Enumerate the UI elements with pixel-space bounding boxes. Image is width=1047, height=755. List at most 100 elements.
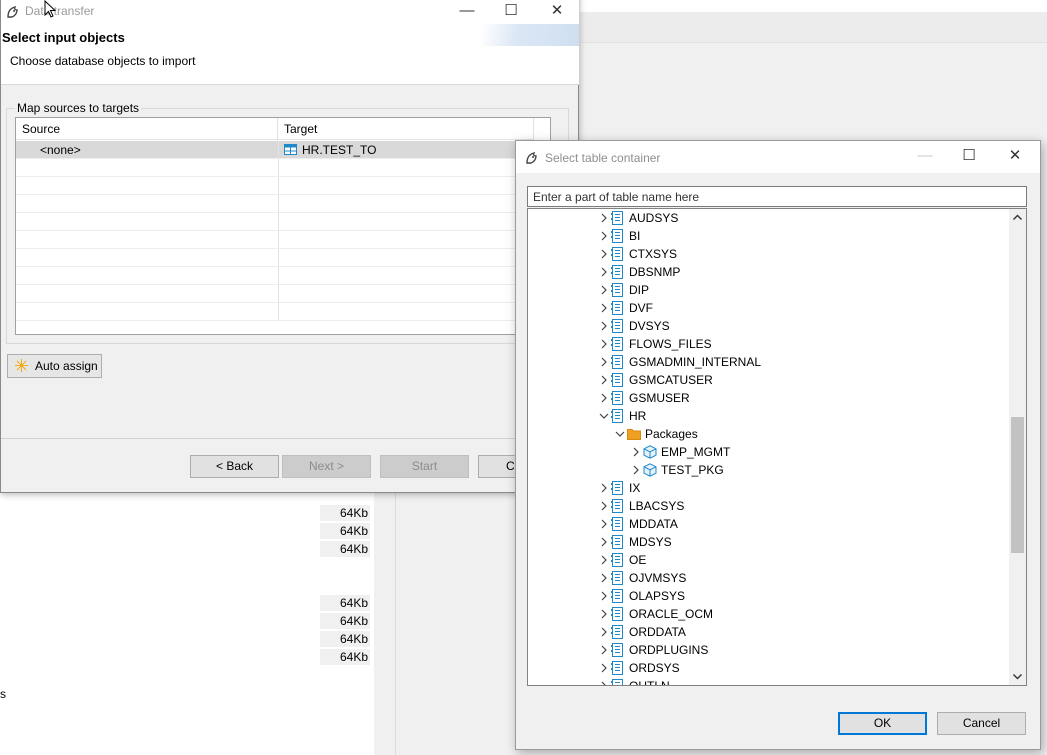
chevron-right-icon[interactable] bbox=[598, 263, 610, 281]
tree-item[interactable]: DVSYS bbox=[598, 317, 898, 335]
schema-tree[interactable]: OUTLN ORDSYS ORDPLUGINS ORDDATA ORACLE_OCM OL… bbox=[527, 208, 1027, 686]
tree-item[interactable]: IX bbox=[598, 479, 898, 497]
table-row[interactable] bbox=[16, 267, 550, 285]
tree-item[interactable]: ORACLE_OCM bbox=[598, 605, 898, 623]
start-button[interactable]: Start bbox=[380, 455, 469, 478]
tree-item[interactable]: HR bbox=[598, 407, 898, 425]
scroll-down-icon[interactable] bbox=[1009, 668, 1026, 685]
chevron-down-icon[interactable] bbox=[598, 407, 610, 425]
schema-icon bbox=[611, 355, 624, 369]
dialog-cancel-button[interactable]: Cancel bbox=[937, 712, 1026, 735]
tree-item[interactable]: DBSNMP bbox=[598, 263, 898, 281]
file-size: 64Kb bbox=[320, 649, 370, 665]
table-row[interactable] bbox=[16, 231, 550, 249]
tree-item[interactable]: GSMCATUSER bbox=[598, 371, 898, 389]
close-button[interactable]: ✕ bbox=[534, 0, 580, 24]
tree-item[interactable]: OLAPSYS bbox=[598, 587, 898, 605]
chevron-right-icon[interactable] bbox=[598, 371, 610, 389]
tree-item[interactable]: Packages bbox=[614, 425, 914, 443]
scroll-up-icon[interactable] bbox=[1009, 209, 1026, 226]
chevron-right-icon[interactable] bbox=[598, 227, 610, 245]
filter-field[interactable] bbox=[527, 186, 1027, 207]
table-row[interactable]: <none> HR.TEST_TO bbox=[16, 141, 550, 159]
tree-item[interactable]: AUDSYS bbox=[598, 209, 898, 227]
chevron-down-icon[interactable] bbox=[614, 425, 626, 443]
chevron-right-icon[interactable] bbox=[598, 515, 610, 533]
schema-icon bbox=[611, 211, 624, 225]
table-row[interactable] bbox=[16, 285, 550, 303]
chevron-right-icon[interactable] bbox=[598, 623, 610, 641]
maximize-button[interactable]: ☐ bbox=[946, 145, 992, 169]
dialog-title: Select table container bbox=[545, 151, 661, 165]
maximize-button[interactable]: ☐ bbox=[488, 0, 534, 24]
table-row[interactable] bbox=[16, 249, 550, 267]
chevron-right-icon[interactable] bbox=[598, 533, 610, 551]
tree-item[interactable]: TEST_PKG bbox=[630, 461, 930, 479]
table-row[interactable] bbox=[16, 195, 550, 213]
chevron-right-icon[interactable] bbox=[598, 353, 610, 371]
chevron-right-icon[interactable] bbox=[598, 569, 610, 587]
chevron-right-icon[interactable] bbox=[598, 317, 610, 335]
tree-item[interactable]: DVF bbox=[598, 299, 898, 317]
tree-item[interactable]: GSMUSER bbox=[598, 389, 898, 407]
tree-item[interactable]: ORDSYS bbox=[598, 659, 898, 677]
table-name-filter-input[interactable] bbox=[528, 187, 1018, 206]
chevron-right-icon[interactable] bbox=[630, 461, 642, 479]
tree-item[interactable]: LBACSYS bbox=[598, 497, 898, 515]
auto-assign-button[interactable]: ✳ Auto assign bbox=[7, 354, 102, 378]
chevron-right-icon[interactable] bbox=[598, 389, 610, 407]
minimize-button[interactable]: — bbox=[444, 0, 490, 24]
tree-item[interactable]: BI bbox=[598, 227, 898, 245]
chevron-right-icon[interactable] bbox=[598, 281, 610, 299]
dialog-titlebar[interactable]: Select table container — ☐ ✕ bbox=[516, 141, 1040, 173]
chevron-right-icon[interactable] bbox=[598, 335, 610, 353]
chevron-right-icon[interactable] bbox=[598, 677, 610, 685]
chevron-right-icon[interactable] bbox=[598, 245, 610, 263]
tree-item[interactable]: OJVMSYS bbox=[598, 569, 898, 587]
background-file-list: 64Kb 64Kb 64Kb 64Kb 64Kb 64Kb 64Kb bbox=[0, 492, 374, 755]
tree-item[interactable]: OE bbox=[598, 551, 898, 569]
wizard-header: Select input objects Choose database obj… bbox=[1, 24, 579, 85]
scroll-thumb[interactable] bbox=[1011, 417, 1024, 553]
wizard-titlebar[interactable]: Data transfer — ☐ ✕ bbox=[1, 0, 579, 24]
minimize-button[interactable]: — bbox=[902, 145, 948, 169]
table-row[interactable] bbox=[16, 159, 550, 177]
tree-item-label: DBSNMP bbox=[629, 265, 681, 279]
tree-item[interactable]: CTXSYS bbox=[598, 245, 898, 263]
column-header-target[interactable]: Target bbox=[278, 118, 534, 140]
chevron-right-icon[interactable] bbox=[598, 551, 610, 569]
back-button[interactable]: < Back bbox=[190, 455, 279, 478]
source-cell bbox=[16, 249, 279, 266]
ok-button[interactable]: OK bbox=[838, 712, 927, 735]
next-button[interactable]: Next > bbox=[282, 455, 371, 478]
tree-item[interactable]: OUTLN bbox=[598, 677, 898, 685]
tree-item[interactable]: GSMADMIN_INTERNAL bbox=[598, 353, 898, 371]
tree-item[interactable]: ORDDATA bbox=[598, 623, 898, 641]
source-cell bbox=[16, 303, 279, 320]
chevron-right-icon[interactable] bbox=[598, 605, 610, 623]
chevron-right-icon[interactable] bbox=[598, 659, 610, 677]
chevron-right-icon[interactable] bbox=[630, 443, 642, 461]
chevron-right-icon[interactable] bbox=[598, 209, 610, 227]
table-row[interactable] bbox=[16, 303, 550, 321]
chevron-right-icon[interactable] bbox=[598, 299, 610, 317]
tree-item[interactable]: FLOWS_FILES bbox=[598, 335, 898, 353]
tree-item[interactable]: EMP_MGMT bbox=[630, 443, 930, 461]
chevron-right-icon[interactable] bbox=[598, 641, 610, 659]
table-row[interactable] bbox=[16, 213, 550, 231]
schema-icon bbox=[611, 229, 624, 243]
close-button[interactable]: ✕ bbox=[992, 145, 1038, 169]
table-row[interactable] bbox=[16, 177, 550, 195]
tree-item[interactable]: MDDATA bbox=[598, 515, 898, 533]
file-size: 64Kb bbox=[320, 541, 370, 557]
chevron-right-icon[interactable] bbox=[598, 497, 610, 515]
mapping-table[interactable]: Source Target <none> HR.TEST_TO bbox=[15, 117, 551, 335]
tree-item[interactable]: ORDPLUGINS bbox=[598, 641, 898, 659]
tree-item[interactable]: MDSYS bbox=[598, 533, 898, 551]
schema-icon bbox=[611, 589, 624, 603]
tree-item[interactable]: DIP bbox=[598, 281, 898, 299]
chevron-right-icon[interactable] bbox=[598, 587, 610, 605]
tree-scrollbar[interactable] bbox=[1009, 209, 1026, 685]
chevron-right-icon[interactable] bbox=[598, 479, 610, 497]
column-header-source[interactable]: Source bbox=[16, 118, 278, 140]
